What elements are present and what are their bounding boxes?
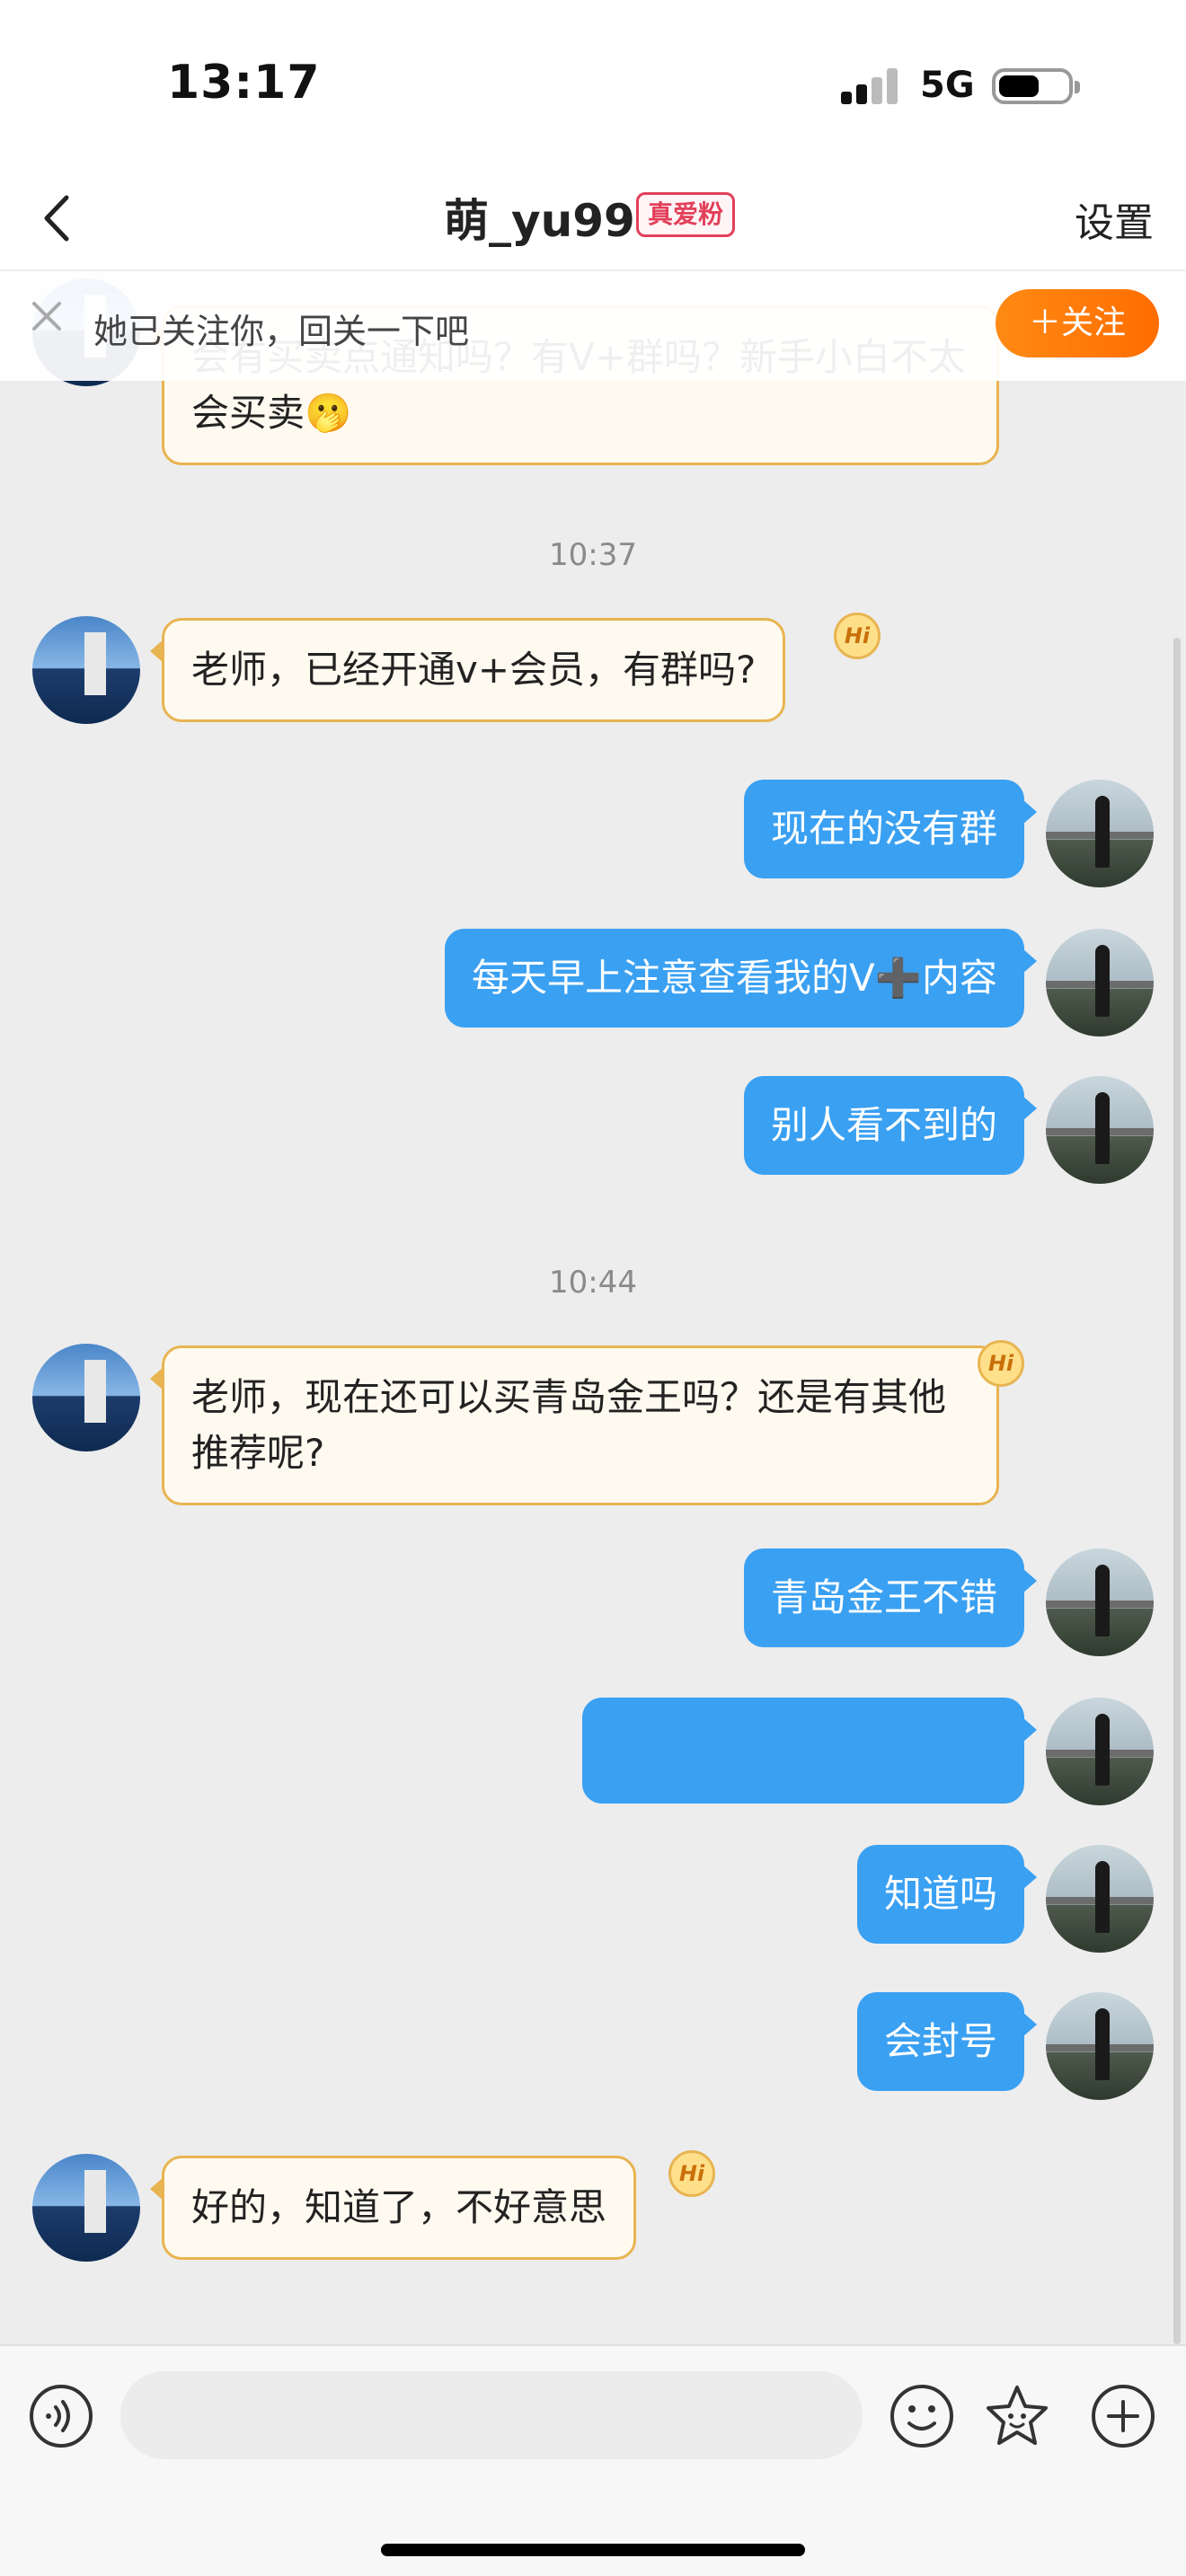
chevron-left-icon [44, 195, 69, 242]
my-avatar[interactable] [1046, 1076, 1154, 1184]
network-label: 5G [920, 65, 975, 106]
fan-badge: 真爱粉 [636, 192, 736, 237]
banner-close-button[interactable] [29, 298, 65, 334]
hi-badge: Hi [834, 613, 881, 659]
battery-icon [992, 68, 1080, 104]
input-bar [0, 2344, 1186, 2576]
outgoing-message[interactable]: 会封号 [856, 1992, 1038, 2091]
chat-area[interactable]: 会有买卖点通知吗？有V+群吗？新手小白不太会买卖🫢 10:37 老师，已经开通v… [0, 269, 1186, 2344]
follow-button[interactable]: ＋关注 [996, 289, 1159, 357]
outgoing-message[interactable]: 知道吗 [856, 1845, 1038, 1944]
follow-banner-text: 她已关注你，回关一下吧 [93, 312, 470, 351]
back-button[interactable] [27, 187, 90, 250]
my-avatar[interactable] [1046, 929, 1154, 1037]
outgoing-message[interactable]: 每天早上注意查看我的V➕内容 [444, 929, 1038, 1028]
timestamp: 10:44 [549, 1265, 637, 1301]
sticker-button[interactable] [983, 2382, 1051, 2450]
hi-badge: Hi [668, 2150, 715, 2197]
voice-icon [30, 2385, 93, 2448]
incoming-message[interactable]: 老师，已经开通v+会员，有群吗? [149, 618, 786, 722]
outgoing-message[interactable]: 别人看不到的 [743, 1076, 1038, 1175]
hi-badge: Hi [978, 1340, 1024, 1387]
emoji-button[interactable] [888, 2382, 956, 2450]
incoming-message[interactable]: 好的，知道了，不好意思 [149, 2156, 637, 2260]
chat-header: 萌_yu99 真爱粉 设置 [0, 171, 1186, 269]
plus-icon [1092, 2385, 1155, 2448]
message-input[interactable] [120, 2371, 863, 2459]
contact-avatar[interactable] [32, 1344, 140, 1451]
contact-avatar[interactable] [32, 2154, 140, 2262]
signal-icon [841, 68, 898, 104]
more-button[interactable] [1089, 2382, 1157, 2450]
follow-banner: 她已关注你，回关一下吧 ＋关注 [0, 269, 1186, 381]
timestamp: 10:37 [549, 537, 637, 573]
smiley-icon [890, 2385, 953, 2448]
outgoing-message[interactable] [582, 1698, 1037, 1804]
close-icon [32, 302, 61, 331]
outgoing-message[interactable]: 青岛金王不错 [743, 1548, 1038, 1647]
my-avatar[interactable] [1046, 1992, 1154, 2100]
star-face-icon [987, 2386, 1048, 2445]
contact-avatar[interactable] [32, 616, 140, 724]
scrollbar[interactable] [1173, 638, 1181, 2344]
outgoing-message[interactable]: 现在的没有群 [743, 780, 1038, 878]
status-bar: 13:17 5G [0, 0, 1186, 171]
home-indicator[interactable] [381, 2544, 805, 2556]
my-avatar[interactable] [1046, 1845, 1154, 1953]
status-time: 13:17 [167, 56, 321, 110]
settings-button[interactable]: 设置 [1075, 190, 1154, 248]
my-avatar[interactable] [1046, 780, 1154, 887]
voice-button[interactable] [27, 2382, 95, 2450]
my-avatar[interactable] [1046, 1548, 1154, 1656]
chat-title[interactable]: 萌_yu99 [444, 185, 635, 250]
my-avatar[interactable] [1046, 1698, 1154, 1805]
incoming-message[interactable]: 老师，现在还可以买青岛金王吗？还是有其他推荐呢? [150, 1345, 999, 1505]
